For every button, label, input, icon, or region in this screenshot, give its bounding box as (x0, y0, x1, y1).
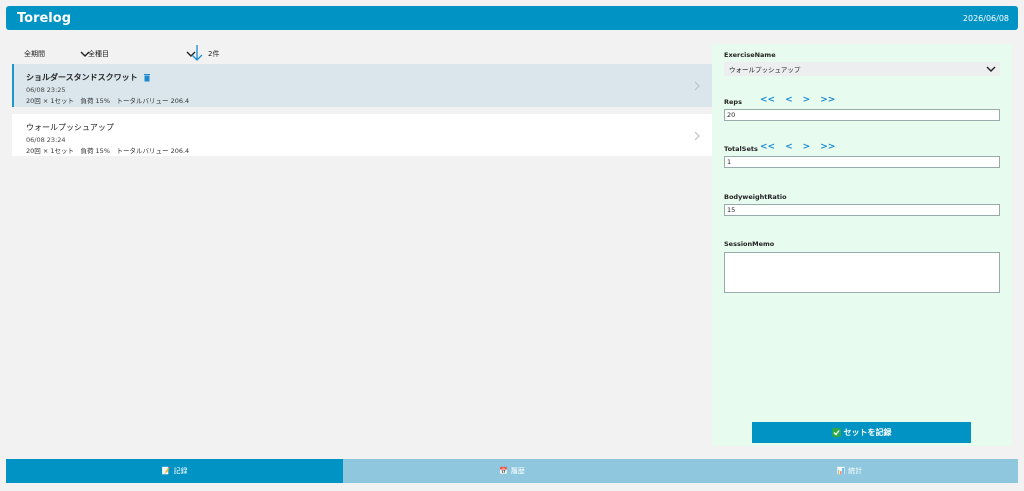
app-header: Torelog 2026/06/08 (6, 6, 1018, 30)
filter-bar: 全期間 全種目 2件 (12, 44, 712, 62)
tab-stats[interactable]: 📊 統計 (680, 459, 1018, 483)
chevron-right-icon (694, 81, 700, 91)
list-item-name: ショルダースタンドスクワット (26, 73, 138, 82)
exercise-select[interactable]: ウォールプッシュアップ (724, 62, 1000, 76)
tab-stats-label: 統計 (848, 467, 863, 475)
sets-stepper: << < > >> (760, 142, 835, 152)
reps-label: Reps (724, 98, 742, 106)
check-icon (831, 428, 841, 437)
app-title: Torelog (17, 10, 71, 26)
list-item-time: 06/08 23:25 (26, 86, 66, 94)
header-date: 2026/06/08 (962, 13, 1009, 23)
memo-label: SessionMemo (724, 240, 775, 248)
bottom-tab-bar: 📝 記録 📅 履歴 📊 統計 (6, 459, 1018, 483)
reps-prev-button[interactable]: < (785, 95, 793, 105)
chevron-right-icon (694, 131, 700, 141)
category-select[interactable]: 全種目 (88, 49, 196, 59)
chevron-down-icon (986, 66, 996, 72)
list-item-stats: 20回 × 1セット 負荷 15% トータルバリュー 206.4 (26, 97, 190, 105)
reps-first-button[interactable]: << (760, 95, 775, 105)
record-form-panel: ExerciseName ウォールプッシュアップ Reps << < > >> … (712, 44, 1012, 446)
session-list: ショルダースタンドスクワット 06/08 23:25 20回 × 1セット 負荷… (12, 64, 712, 156)
sets-first-button[interactable]: << (760, 142, 775, 152)
reps-stepper: << < > >> (760, 95, 835, 105)
record-set-button[interactable]: セットを記録 (752, 422, 971, 443)
list-item-stats: 20回 × 1セット 負荷 15% トータルバリュー 206.4 (26, 147, 190, 155)
category-select-value: 全種目 (88, 50, 109, 58)
sets-input[interactable]: 1 (724, 156, 1000, 168)
calendar-icon: 📅 (499, 467, 508, 475)
sets-prev-button[interactable]: < (785, 142, 793, 152)
tab-record-label: 記録 (173, 467, 188, 475)
sort-down-arrow-icon[interactable] (190, 44, 204, 62)
record-set-label: セットを記録 (843, 428, 892, 437)
reps-last-button[interactable]: >> (820, 95, 835, 105)
list-item[interactable]: ショルダースタンドスクワット 06/08 23:25 20回 × 1セット 負荷… (12, 64, 712, 107)
memo-icon: 📝 (161, 467, 171, 475)
list-item-name: ウォールプッシュアップ (26, 123, 114, 132)
list-item-name-row: ショルダースタンドスクワット (26, 72, 700, 83)
list-item[interactable]: ウォールプッシュアップ 06/08 23:24 20回 × 1セット 負荷 15… (12, 114, 712, 156)
list-item-time: 06/08 23:24 (26, 136, 66, 144)
ratio-input[interactable]: 15 (724, 204, 1000, 216)
reps-input[interactable]: 20 (724, 109, 1000, 121)
sets-last-button[interactable]: >> (820, 142, 835, 152)
memo-textarea[interactable] (724, 252, 1000, 293)
bar-chart-icon: 📊 (836, 467, 846, 475)
tab-history-label: 履歴 (510, 467, 525, 475)
period-select[interactable]: 全期間 (24, 49, 90, 59)
tab-history[interactable]: 📅 履歴 (343, 459, 681, 483)
sets-label: TotalSets (724, 145, 758, 153)
exercise-label: ExerciseName (724, 51, 776, 59)
tab-record[interactable]: 📝 記録 (6, 459, 344, 483)
exercise-select-value: ウォールプッシュアップ (729, 66, 801, 74)
trash-icon[interactable] (143, 73, 150, 82)
reps-next-button[interactable]: > (803, 95, 811, 105)
sets-next-button[interactable]: > (803, 142, 811, 152)
period-select-value: 全期間 (24, 50, 45, 58)
ratio-label: BodyweightRatio (724, 193, 787, 201)
result-count: 2件 (208, 50, 220, 58)
